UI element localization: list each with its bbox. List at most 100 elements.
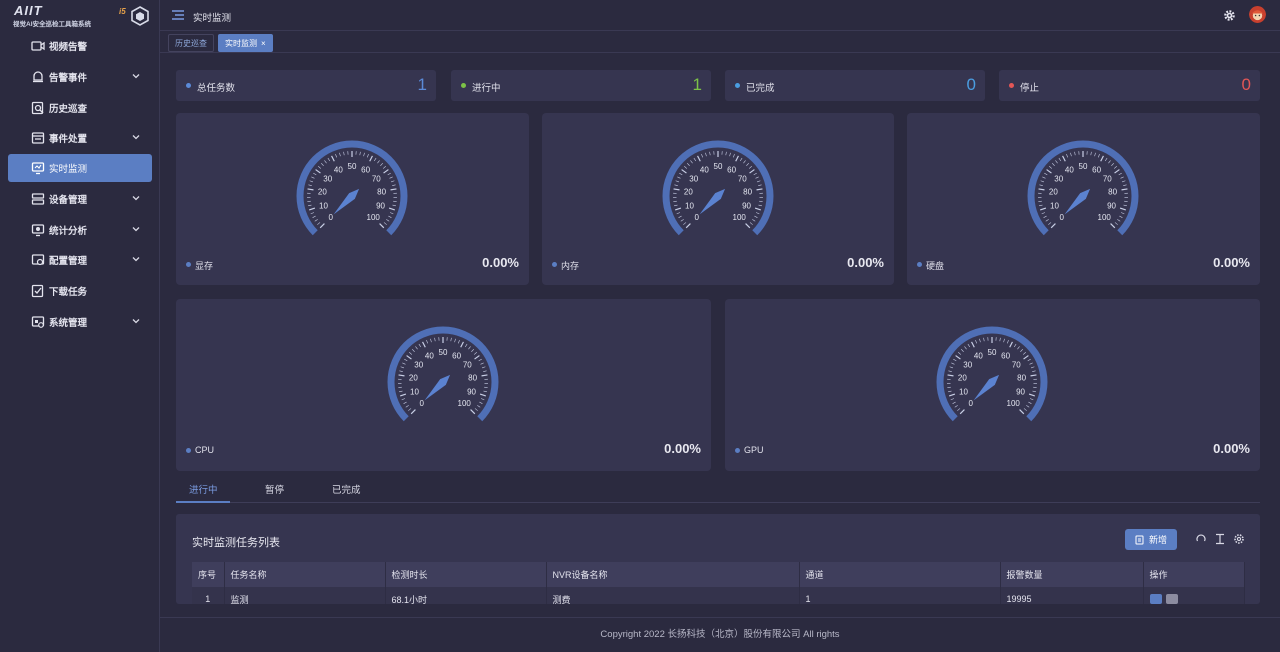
gauge-major-tick [406, 355, 412, 360]
sidebar-item-label: 设备管理 [49, 195, 88, 206]
sidebar-item-alarm-event[interactable]: 告警事件 [8, 63, 152, 91]
gauge-minor-tick [1045, 219, 1049, 222]
tab-monitor[interactable]: 实时监测 × [218, 34, 273, 52]
tab-divider [176, 502, 1260, 503]
gauge-major-tick [673, 188, 680, 191]
gauge-major-tick [1110, 223, 1116, 229]
gauge-major-tick [1030, 374, 1037, 377]
gauge-minor-tick [1123, 184, 1127, 186]
gauge-minor-tick [1111, 162, 1115, 166]
gauge-major-tick [410, 409, 416, 415]
tab-in-progress[interactable]: 进行中 [189, 482, 218, 496]
gauge-minor-tick [400, 366, 405, 369]
gauge-minor-tick [1044, 172, 1048, 176]
gauge-minor-tick [464, 343, 468, 348]
gauge-minor-tick [693, 157, 697, 162]
gauge-minor-tick [1119, 215, 1123, 218]
gauge-minor-tick [683, 222, 687, 225]
refresh-icon[interactable] [1195, 533, 1207, 545]
gauge-minor-tick [1041, 212, 1046, 215]
sidebar-item-statistics[interactable]: 统计分析 [8, 216, 152, 244]
gauge-tick-label: 100 [367, 213, 381, 222]
sidebar-item-history[interactable]: 历史巡查 [8, 94, 152, 122]
gauge-minor-tick [1026, 405, 1030, 408]
cell: 监测 [224, 587, 386, 604]
gauge-major-tick [319, 223, 325, 229]
gauge-minor-tick [1029, 362, 1033, 365]
gauge-minor-tick [483, 390, 487, 393]
gear-icon[interactable] [1223, 9, 1236, 22]
table-row[interactable]: 1 监测 68.1小时 测费 1 19995 [192, 587, 1245, 604]
sidebar-item-video-alarm[interactable]: 视频告警 [8, 32, 152, 60]
gauge-minor-tick [756, 180, 761, 183]
gauge-minor-tick [678, 215, 682, 218]
gauge-minor-tick [758, 184, 762, 186]
column-height-icon[interactable] [1214, 533, 1226, 545]
more-button[interactable] [1166, 594, 1179, 604]
gauge-minor-tick [1090, 151, 1092, 156]
gauge-tick-label: 60 [361, 165, 370, 174]
sidebar-item-download[interactable]: 下载任务 [8, 277, 152, 305]
stat-value: 1 [417, 75, 427, 94]
stat-in-progress: 进行中 1 [451, 70, 711, 101]
add-task-button[interactable]: 新增 [1125, 529, 1177, 550]
gauge-card-cpu: 0 10 20 30 40 50 60 70 80 90 100 CPU 0.00% [176, 299, 711, 471]
gauge-minor-tick [1006, 340, 1009, 344]
gauge-minor-tick [1039, 184, 1043, 186]
sidebar-item-event-handle[interactable]: 事件处置 [8, 124, 152, 152]
gauge-card-memory: 0 10 20 30 40 50 60 70 80 90 100 内存 0.00% [542, 113, 894, 285]
gauge-minor-tick [1030, 366, 1035, 369]
view-button[interactable] [1149, 594, 1162, 604]
gauge-tick-label: 60 [727, 165, 736, 174]
sidebar-item-monitor[interactable]: 实时监测 [8, 154, 152, 182]
menu-toggle-icon[interactable] [172, 10, 184, 20]
gauge-minor-tick [1120, 176, 1124, 179]
gauge-minor-tick [314, 219, 318, 222]
avatar[interactable] [1249, 6, 1266, 23]
sidebar-item-label: 统计分析 [49, 226, 88, 237]
gauge-minor-tick [380, 162, 384, 166]
gauge-tick-label: 100 [733, 213, 747, 222]
gauge-minor-tick [1023, 408, 1027, 411]
gauge-minor-tick [676, 212, 681, 215]
column-header: 报警数量 [1000, 562, 1144, 587]
tab-label: 实时监测 [225, 38, 257, 48]
gauge-tick-label: 70 [1103, 174, 1112, 183]
logo[interactable]: AIIT 视觉AI安全巡检工具箱系统 i5 [0, 0, 159, 32]
gauge-minor-tick [457, 340, 460, 344]
gauge-minor-tick [474, 408, 478, 411]
gauge-tick-label: 0 [969, 399, 974, 408]
statistics-icon [31, 224, 45, 237]
gauge-minor-tick [701, 154, 704, 158]
gauge-tick-label: 80 [743, 187, 752, 196]
tab-history[interactable]: 历史巡查 [168, 34, 214, 52]
gauge-minor-tick [479, 401, 483, 404]
column-header: 序号 [192, 562, 225, 587]
close-icon[interactable]: × [261, 39, 266, 48]
gauge-minor-tick [1020, 348, 1024, 352]
gauge-card-gpu: 0 10 20 30 40 50 60 70 80 90 100 GPU 0.00% [725, 299, 1260, 471]
gauge-tick-label: 90 [376, 201, 385, 210]
alarm-event-icon [33, 71, 43, 83]
tab-paused[interactable]: 暂停 [265, 482, 284, 496]
sidebar-item-device[interactable]: 设备管理 [8, 185, 152, 213]
tab-completed[interactable]: 已完成 [332, 482, 361, 496]
stat-label: 进行中 [472, 83, 501, 94]
settings-icon[interactable] [1233, 533, 1245, 545]
gauge-major-tick [1023, 355, 1029, 360]
gauge-label: 显存 [195, 261, 214, 271]
gauge-minor-tick [308, 184, 312, 186]
gauge-minor-tick [999, 337, 1001, 342]
sidebar-item-label: 下载任务 [49, 287, 88, 298]
download-icon [31, 284, 44, 298]
gauge-minor-tick [949, 366, 954, 369]
gauge-minor-tick [739, 157, 743, 162]
gauge-minor-tick [1003, 338, 1005, 343]
gauge-tick-label: 70 [1012, 360, 1021, 369]
sidebar-item-system[interactable]: 系统管理 [8, 308, 152, 336]
gauge-tick-label: 10 [685, 201, 694, 210]
sidebar: AIIT 视觉AI安全巡检工具箱系统 i5 视频告警 告警事件 历史巡查 事件处… [0, 0, 160, 652]
logo-badge: i5 [119, 7, 126, 16]
gauge-tick-label: 70 [738, 174, 747, 183]
sidebar-item-config[interactable]: 配置管理 [8, 246, 152, 274]
